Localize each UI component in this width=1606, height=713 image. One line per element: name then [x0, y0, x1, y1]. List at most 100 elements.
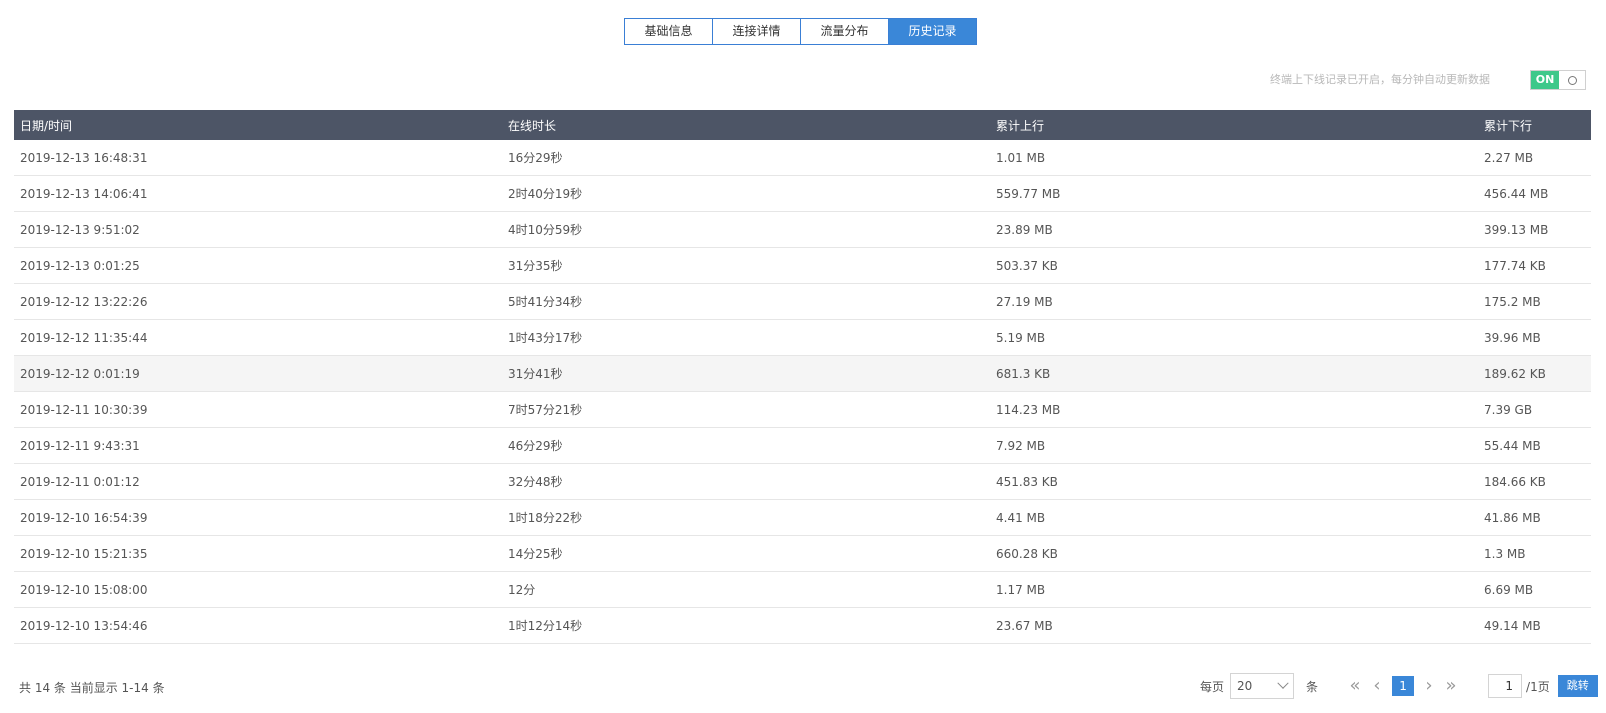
table-row[interactable]: 2019-12-11 10:30:39 7时57分21秒 114.23 MB 7.39…	[14, 391, 1591, 428]
table-row[interactable]: 2019-12-12 13:22:26 5时41分34秒 27.19 MB 175.2…	[14, 283, 1591, 320]
prev-page-icon[interactable]: ‹	[1366, 673, 1388, 699]
cell-online-duration: 1时18分22秒	[502, 499, 990, 536]
first-page-icon[interactable]: «	[1344, 673, 1366, 699]
cell-total-download: 399.13 MB	[1478, 211, 1591, 248]
cell-online-duration: 2时40分19秒	[502, 175, 990, 212]
cell-total-download: 49.14 MB	[1478, 607, 1591, 644]
cell-datetime: 2019-12-12 0:01:19	[14, 355, 502, 392]
cell-total-upload: 23.89 MB	[990, 211, 1478, 248]
cell-datetime: 2019-12-10 16:54:39	[14, 499, 502, 536]
table-body: 2019-12-13 16:48:31 16分29秒 1.01 MB 2.27 MB 2…	[14, 140, 1591, 644]
cell-total-download: 6.69 MB	[1478, 571, 1591, 608]
cell-total-download: 456.44 MB	[1478, 175, 1591, 212]
table-row[interactable]: 2019-12-13 16:48:31 16分29秒 1.01 MB 2.27 MB	[14, 140, 1591, 176]
cell-total-download: 2.27 MB	[1478, 140, 1591, 176]
chevron-down-icon	[1277, 677, 1289, 689]
cell-online-duration: 5时41分34秒	[502, 283, 990, 320]
tab-basic-info[interactable]: 基础信息	[624, 18, 713, 45]
cell-total-upload: 681.3 KB	[990, 355, 1478, 392]
cell-total-upload: 451.83 KB	[990, 463, 1478, 500]
header-online-duration[interactable]: 在线时长	[502, 110, 990, 140]
cell-total-download: 41.86 MB	[1478, 499, 1591, 536]
cell-online-duration: 7时57分21秒	[502, 391, 990, 428]
header-total-upload[interactable]: 累计上行	[990, 110, 1478, 140]
cell-total-download: 55.44 MB	[1478, 427, 1591, 464]
cell-total-download: 177.74 KB	[1478, 247, 1591, 284]
cell-total-upload: 7.92 MB	[990, 427, 1478, 464]
cell-total-download: 1.3 MB	[1478, 535, 1591, 572]
cell-total-download: 7.39 GB	[1478, 391, 1591, 428]
cell-datetime: 2019-12-10 15:08:00	[14, 571, 502, 608]
per-page-select[interactable]: 20	[1230, 673, 1295, 699]
cell-datetime: 2019-12-13 14:06:41	[14, 175, 502, 212]
cell-online-duration: 46分29秒	[502, 427, 990, 464]
jump-button[interactable]: 跳转	[1557, 675, 1598, 697]
toggle-off-area	[1559, 71, 1585, 89]
cell-total-upload: 1.01 MB	[990, 140, 1478, 176]
tab-connection-details[interactable]: 连接详情	[712, 18, 801, 45]
cell-total-upload: 114.23 MB	[990, 391, 1478, 428]
cell-datetime: 2019-12-10 13:54:46	[14, 607, 502, 644]
cell-total-download: 189.62 KB	[1478, 355, 1591, 392]
last-page-icon[interactable]: »	[1440, 673, 1462, 699]
table-row[interactable]: 2019-12-11 0:01:12 32分48秒 451.83 KB 184.66 …	[14, 463, 1591, 500]
cell-total-upload: 1.17 MB	[990, 571, 1478, 608]
cell-total-upload: 660.28 KB	[990, 535, 1478, 572]
cell-total-download: 39.96 MB	[1478, 319, 1591, 356]
table-row[interactable]: 2019-12-13 0:01:25 31分35秒 503.37 KB 177.74 …	[14, 247, 1591, 284]
table-row[interactable]: 2019-12-10 15:21:35 14分25秒 660.28 KB 1.3 MB	[14, 535, 1591, 572]
table-row[interactable]: 2019-12-11 9:43:31 46分29秒 7.92 MB 55.44 MB	[14, 427, 1591, 464]
cell-online-duration: 31分35秒	[502, 247, 990, 284]
cell-datetime: 2019-12-12 13:22:26	[14, 283, 502, 320]
cell-online-duration: 1时12分14秒	[502, 607, 990, 644]
cell-online-duration: 1时43分17秒	[502, 319, 990, 356]
cell-total-upload: 27.19 MB	[990, 283, 1478, 320]
record-summary: 共 14 条 当前显示 1-14 条	[19, 681, 165, 695]
per-page-value: 20	[1237, 679, 1253, 693]
table-row[interactable]: 2019-12-12 11:35:44 1时43分17秒 5.19 MB 39.96 …	[14, 319, 1591, 356]
cell-total-upload: 4.41 MB	[990, 499, 1478, 536]
cell-datetime: 2019-12-13 9:51:02	[14, 211, 502, 248]
cell-online-duration: 14分25秒	[502, 535, 990, 572]
cell-online-duration: 32分48秒	[502, 463, 990, 500]
cell-online-duration: 12分	[502, 571, 990, 608]
table-row[interactable]: 2019-12-13 14:06:41 2时40分19秒 559.77 MB 456.…	[14, 175, 1591, 212]
header-datetime[interactable]: 日期/时间	[14, 110, 502, 140]
cell-total-download: 175.2 MB	[1478, 283, 1591, 320]
table-row[interactable]: 2019-12-10 13:54:46 1时12分14秒 23.67 MB 49.14…	[14, 607, 1591, 644]
cell-total-upload: 23.67 MB	[990, 607, 1478, 644]
tab-history[interactable]: 历史记录	[888, 18, 977, 45]
history-table: 日期/时间 在线时长 累计上行 累计下行 2019-12-13 16:48:31…	[14, 110, 1591, 644]
cell-datetime: 2019-12-12 11:35:44	[14, 319, 502, 356]
tab-traffic-distribution[interactable]: 流量分布	[800, 18, 889, 45]
per-page-unit: 条	[1306, 679, 1319, 694]
next-page-icon[interactable]: ›	[1418, 673, 1440, 699]
cell-total-download: 184.66 KB	[1478, 463, 1591, 500]
cell-total-upload: 5.19 MB	[990, 319, 1478, 356]
pagination: 每页 20 条 « ‹ 1 › » 1 /1页 跳转	[1200, 672, 1598, 700]
cell-datetime: 2019-12-10 15:21:35	[14, 535, 502, 572]
cell-online-duration: 4时10分59秒	[502, 211, 990, 248]
cell-datetime: 2019-12-13 16:48:31	[14, 140, 502, 176]
table-header-row: 日期/时间 在线时长 累计上行 累计下行	[14, 110, 1591, 140]
goto-page-input[interactable]: 1	[1488, 674, 1523, 698]
cell-datetime: 2019-12-11 9:43:31	[14, 427, 502, 464]
cell-datetime: 2019-12-13 0:01:25	[14, 247, 502, 284]
table-row[interactable]: 2019-12-10 16:54:39 1时18分22秒 4.41 MB 41.86 …	[14, 499, 1591, 536]
table-row[interactable]: 2019-12-13 9:51:02 4时10分59秒 23.89 MB 399.13…	[14, 211, 1591, 248]
circle-icon	[1567, 75, 1577, 85]
per-page-label: 每页	[1200, 679, 1225, 694]
auto-update-toggle[interactable]: ON	[1530, 70, 1586, 90]
cell-total-upload: 559.77 MB	[990, 175, 1478, 212]
auto-update-notice: 终端上下线记录已开启，每分钟自动更新数据	[1270, 73, 1490, 86]
total-pages-label: /1页	[1526, 679, 1550, 694]
cell-online-duration: 31分41秒	[502, 355, 990, 392]
table-row[interactable]: 2019-12-10 15:08:00 12分 1.17 MB 6.69 MB	[14, 571, 1591, 608]
page-button-current[interactable]: 1	[1392, 676, 1415, 696]
header-total-download[interactable]: 累计下行	[1478, 110, 1591, 140]
cell-datetime: 2019-12-11 10:30:39	[14, 391, 502, 428]
table-row[interactable]: 2019-12-12 0:01:19 31分41秒 681.3 KB 189.62 K…	[14, 355, 1591, 392]
history-page: 基础信息 连接详情 流量分布 历史记录 终端上下线记录已开启，每分钟自动更新数据…	[0, 0, 1606, 713]
cell-datetime: 2019-12-11 0:01:12	[14, 463, 502, 500]
cell-online-duration: 16分29秒	[502, 140, 990, 176]
